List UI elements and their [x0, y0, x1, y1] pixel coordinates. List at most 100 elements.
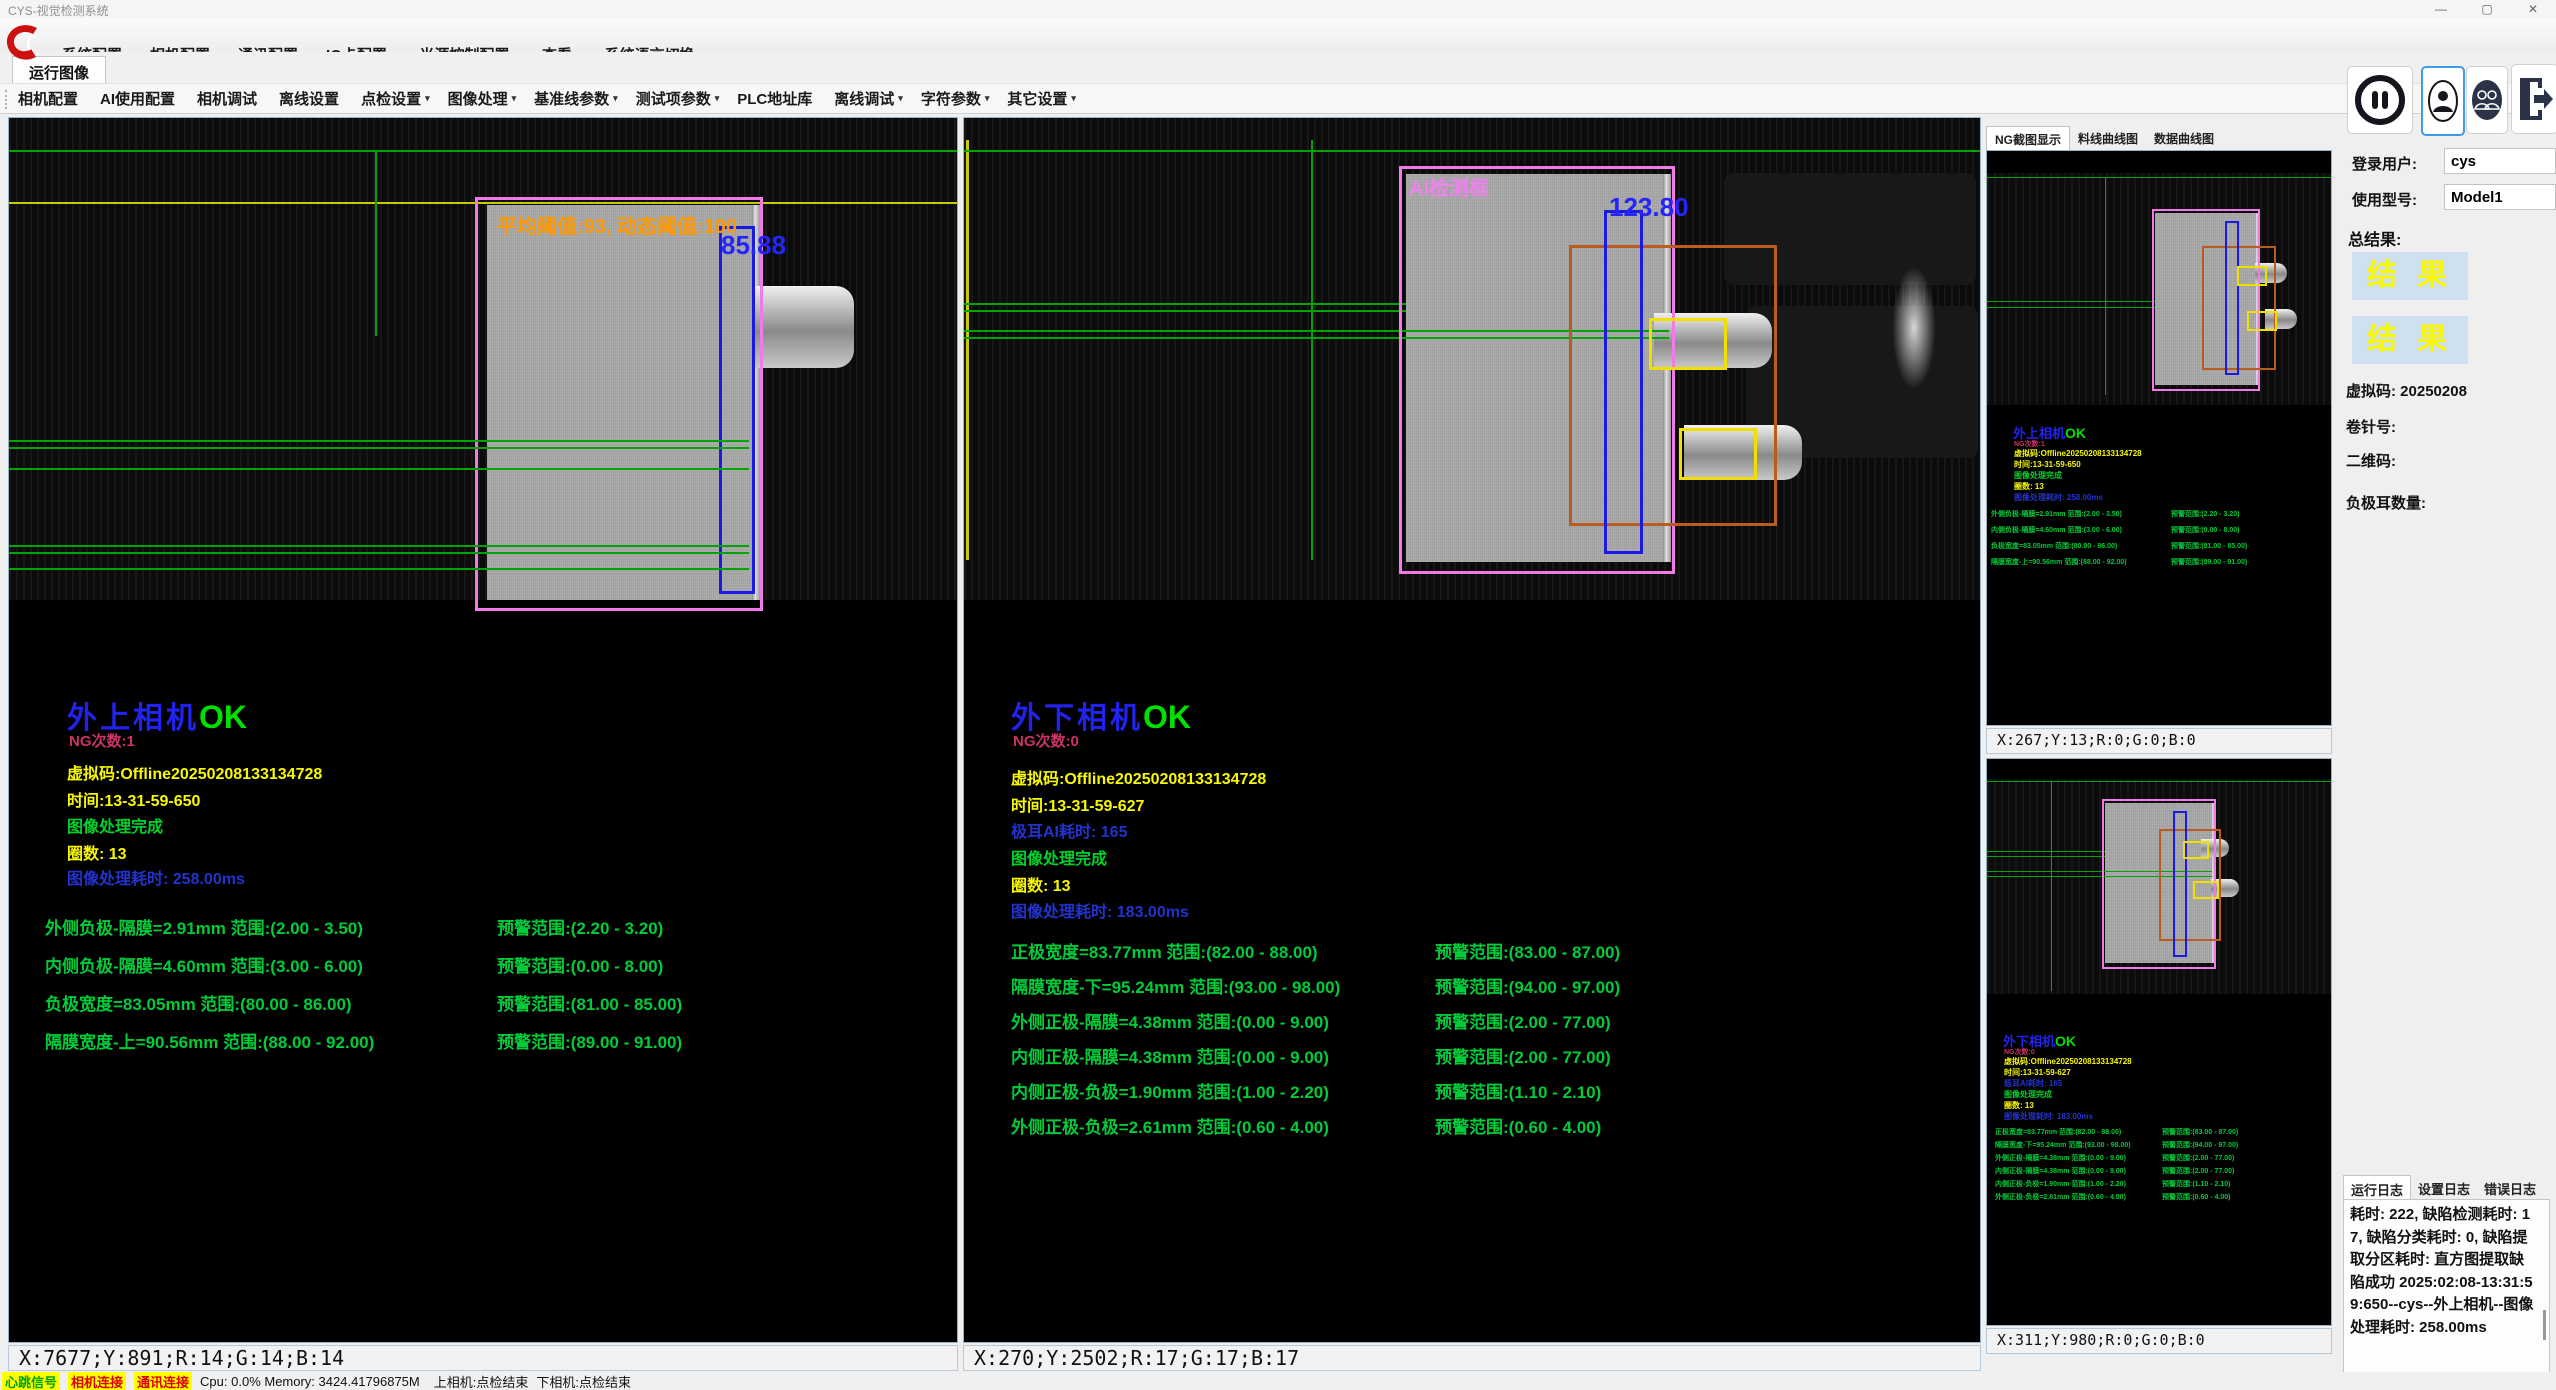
toolbar-item[interactable]: 测试项参数 ▾ [636, 88, 720, 109]
measurement-warning-range: 预警范围:(0.00 - 8.00) [497, 952, 663, 977]
measure-line-green [9, 568, 749, 570]
user-management-button[interactable] [2466, 66, 2508, 134]
measurement-warning-range: 预警范围:(2.00 - 77.00) [2162, 1153, 2234, 1163]
toolbar-item-label: 相机调试 [197, 88, 257, 109]
toolbar-item[interactable]: 图像处理 ▾ [448, 88, 517, 109]
reference-line-green [9, 150, 957, 152]
measure-line-green [9, 447, 749, 449]
run-log-content[interactable]: 耗时: 222, 缺陷检测耗时: 17, 缺陷分类耗时: 0, 缺陷提取分区耗时… [2343, 1199, 2550, 1385]
turn-count-text: 圈数: 13 [2014, 481, 2044, 492]
width-value-text: 85.88 [721, 230, 786, 261]
current-user-button[interactable] [2421, 66, 2465, 136]
login-user-input[interactable] [2444, 148, 2556, 174]
tab-material-curve[interactable]: 料线曲线图 [2070, 126, 2146, 150]
pause-button[interactable] [2347, 66, 2413, 134]
maximize-icon[interactable]: ▢ [2464, 0, 2510, 18]
measurement-value: 正极宽度=83.77mm 范围:(82.00 - 88.00) [1995, 1127, 2121, 1137]
reference-line-green [1311, 140, 1313, 560]
ng-thumbnail-upper[interactable]: 外上相机OK NG次数:1 虚拟码:Offline202502081331347… [1986, 150, 2332, 726]
metal-glint [1892, 266, 1936, 390]
ng-count-text: NG次数:0 [1013, 730, 1079, 751]
process-done-text: 图像处理完成 [2004, 1089, 2052, 1100]
tab-detect-box [1679, 428, 1757, 480]
tab-ng-screenshot[interactable]: NG截图显示 [1986, 126, 2070, 150]
toolbar-item[interactable]: 基准线参数 ▾ [534, 88, 618, 109]
toolbar-item-label: 其它设置 [1007, 88, 1067, 109]
virtual-code-label: 虚拟码: [2346, 383, 2396, 400]
virtual-code-text: 虚拟码:Offline20250208133134728 [67, 760, 322, 784]
toolbar-item[interactable]: 点检设置 ▾ [361, 88, 430, 109]
chevron-down-icon: ▾ [898, 93, 903, 104]
reference-line-green [2051, 781, 2052, 991]
measurement-warning-range: 预警范围:(2.20 - 3.20) [497, 914, 663, 939]
measurement-warning-range: 预警范围:(83.00 - 87.00) [1435, 938, 1620, 963]
chevron-down-icon: ▾ [1071, 93, 1076, 104]
model-label: 使用型号: [2352, 189, 2417, 210]
tab-data-curve[interactable]: 数据曲线图 [2146, 126, 2222, 150]
measurement-value: 隔膜宽度-下=95.24mm 范围:(93.00 - 98.00) [1995, 1140, 2131, 1150]
measure-line-green [9, 440, 749, 442]
right-camera-view[interactable]: AI检测框 123.80 外下相机OK NG次数:0 虚拟码:Offline20… [963, 117, 1981, 1343]
left-camera-view[interactable]: 平均阈值:93, 动态阈值:100 85.88 外上相机OK NG次数:1 虚拟… [8, 117, 958, 1343]
tab-detect-box [2193, 881, 2219, 899]
measurement-value: 内侧正极-负极=1.90mm 范围:(1.00 - 2.20) [1995, 1179, 2126, 1189]
tab-roi-box [1569, 245, 1777, 526]
menu-bar: 系统配置 相机配置 通讯配置 IO卡配置 ▾ [0, 18, 2556, 52]
app-logo [3, 21, 47, 65]
toolbar: 相机配置 AI使用配置 相机调试 离线设置 [0, 83, 2556, 114]
measurement-value: 隔膜宽度-上=90.56mm 范围:(88.00 - 92.00) [1991, 557, 2127, 567]
title-bar: CYS-视觉检测系统 — ▢ ✕ [0, 0, 2556, 18]
reference-line-green [375, 150, 377, 336]
chevron-down-icon: ▾ [715, 93, 720, 104]
ng-panel-tabs: NG截图显示 料线曲线图 数据曲线图 [1986, 126, 2332, 150]
measurement-value: 外侧负极-隔膜=2.91mm 范围:(2.00 - 3.50) [1991, 509, 2122, 519]
process-done-text: 图像处理完成 [1011, 845, 1107, 869]
exit-door-icon [2516, 74, 2554, 124]
exit-button[interactable] [2511, 64, 2556, 134]
measurement-value: 内侧负极-隔膜=4.60mm 范围:(3.00 - 6.00) [1991, 525, 2122, 535]
measure-line-green [1987, 301, 2155, 302]
tab-detect-box [2247, 311, 2277, 331]
ng-thumbnail-upper-coordinate-bar: X:267;Y:13;R:0;G:0;B:0 [1986, 728, 2332, 754]
measurement-value: 正极宽度=83.77mm 范围:(82.00 - 88.00) [1011, 938, 1318, 963]
turn-count-text: 圈数: 13 [2004, 1100, 2034, 1111]
toolbar-item-label: 离线设置 [279, 88, 339, 109]
tab-settings-log[interactable]: 设置日志 [2411, 1175, 2477, 1201]
toolbar-item[interactable]: 相机调试 [197, 88, 261, 109]
log-scrollbar[interactable] [2543, 1310, 2546, 1340]
tab-run-log[interactable]: 运行日志 [2343, 1175, 2411, 1201]
measurement-value: 外侧正极-负极=2.61mm 范围:(0.60 - 4.00) [1011, 1113, 1329, 1138]
time-text: 时间:13-31-59-650 [67, 787, 200, 811]
right-camera-coordinate-bar: X:270;Y:2502;R:17;G:17;B:17 [963, 1345, 1981, 1371]
toolbar-item-label: 测试项参数 [636, 88, 711, 109]
measure-line-green [964, 303, 1406, 305]
chevron-down-icon: ▾ [512, 93, 517, 104]
measure-line-green [9, 468, 749, 470]
toolbar-item[interactable]: 相机配置 [18, 88, 82, 109]
measurement-warning-range: 预警范围:(1.10 - 2.10) [2162, 1179, 2230, 1189]
measurement-warning-range: 预警范围:(2.00 - 77.00) [1435, 1043, 1611, 1068]
close-icon[interactable]: ✕ [2510, 0, 2556, 18]
model-input[interactable] [2444, 184, 2556, 210]
negative-tab-count-label: 负极耳数量: [2346, 492, 2426, 513]
measurement-value: 内侧正极-隔膜=4.38mm 范围:(0.00 - 9.00) [1011, 1043, 1329, 1068]
minimize-icon[interactable]: — [2418, 0, 2464, 18]
measure-line-green [1987, 307, 2155, 308]
width-measure-box [719, 226, 755, 594]
qr-code-label: 二维码: [2346, 450, 2396, 471]
measurement-value: 外侧正极-负极=2.61mm 范围:(0.60 - 4.00) [1995, 1192, 2126, 1202]
toolbar-item[interactable]: 离线设置 [279, 88, 343, 109]
tab-error-log[interactable]: 错误日志 [2477, 1175, 2543, 1201]
toolbar-item[interactable]: 其它设置 ▾ [1007, 88, 1076, 109]
ai-time-text: 极耳AI耗时: 165 [1011, 818, 1127, 842]
toolbar-item[interactable]: 字符参数 ▾ [921, 88, 990, 109]
toolbar-item[interactable]: PLC地址库 [737, 88, 816, 109]
toolbar-item-label: 相机配置 [18, 88, 78, 109]
measurement-value: 负极宽度=83.05mm 范围:(80.00 - 86.00) [45, 990, 352, 1015]
toolbar-item[interactable]: AI使用配置 [100, 88, 179, 109]
time-text: 时间:13-31-59-627 [1011, 792, 1144, 816]
ai-time-text: 极耳AI耗时: 165 [2004, 1078, 2062, 1089]
ng-thumbnail-lower[interactable]: 外下相机OK NG次数:0 虚拟码:Offline202502081331347… [1986, 758, 2332, 1326]
process-done-text: 图像处理完成 [2014, 470, 2062, 481]
toolbar-item[interactable]: 离线调试 ▾ [834, 88, 903, 109]
